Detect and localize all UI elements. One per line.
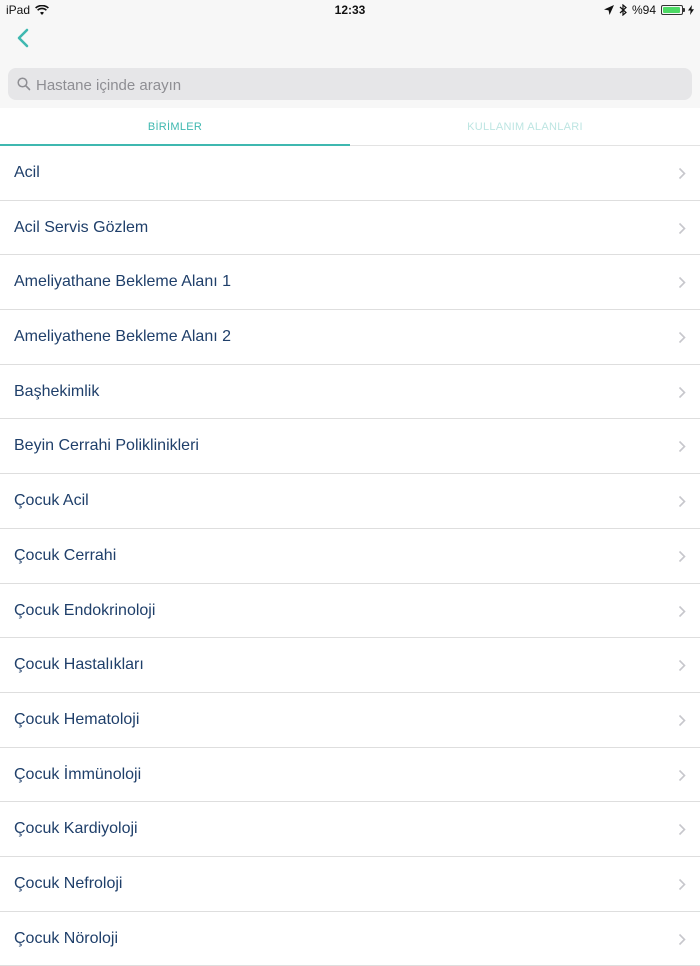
search-area — [0, 66, 700, 108]
list-item-label: Başhekimlik — [14, 382, 100, 400]
chevron-right-icon — [678, 496, 686, 508]
chevron-right-icon — [678, 878, 686, 891]
list-item[interactable]: Çocuk İmmünoloji — [0, 747, 700, 803]
battery-fill — [663, 7, 680, 13]
chevron-right-icon — [678, 769, 686, 781]
navigation-bar — [0, 20, 700, 66]
list-item-label: Çocuk Nöroloji — [14, 929, 119, 947]
chevron-right-icon — [678, 714, 686, 726]
list-item-label: Çocuk Nefroloji — [14, 874, 123, 892]
status-bar: iPad 12:33 %94 — [0, 0, 700, 20]
list-item[interactable]: Çocuk Hastalıkları — [0, 638, 700, 693]
list-item-label: Çocuk Cerrahi — [14, 546, 117, 564]
list-item[interactable]: Çocuk Cerrahi — [0, 528, 700, 584]
chevron-right-icon — [678, 331, 686, 344]
chevron-right-icon — [678, 824, 686, 836]
status-right: %94 — [603, 3, 694, 17]
chevron-right-icon — [678, 550, 686, 562]
search-field[interactable] — [8, 68, 692, 102]
list-item-label: Beyin Cerrahi Poliklinikleri — [14, 437, 199, 455]
list-item[interactable]: Çocuk Endokrinoloji — [0, 583, 700, 639]
battery-icon — [661, 5, 685, 15]
search-icon — [17, 77, 31, 91]
chevron-right-icon — [678, 441, 686, 453]
list-item-label: Çocuk Hematoloji — [14, 710, 140, 728]
chevron-right-icon — [678, 386, 686, 398]
chevron-left-icon — [17, 28, 29, 48]
list-item-label: Çocuk Hastalıkları — [14, 656, 144, 674]
list-item-label: Çocuk Kardiyoloji — [14, 820, 138, 838]
list-item[interactable]: Çocuk Hematoloji — [0, 692, 700, 748]
list-item[interactable]: Çocuk Nefroloji — [0, 856, 700, 912]
location-arrow-icon — [603, 5, 614, 15]
chevron-right-icon — [678, 277, 686, 289]
bluetooth-icon — [619, 4, 627, 16]
list-item-label: Çocuk İmmünoloji — [14, 765, 142, 783]
list-item-label: Acil — [14, 164, 40, 181]
chevron-right-icon — [678, 933, 686, 945]
list-item-label: Çocuk Endokrinoloji — [14, 601, 156, 619]
back-button[interactable] — [12, 26, 40, 54]
list-item[interactable]: Ameliyathane Bekleme Alanı 1 — [0, 255, 700, 311]
list-item[interactable]: Ameliyathene Bekleme Alanı 2 — [0, 310, 700, 365]
list-item[interactable]: Çocuk Kardiyoloji — [0, 802, 700, 857]
chevron-right-icon — [678, 167, 686, 180]
segment-tabs: BİRİMLER KULLANIM ALANLARI — [0, 108, 700, 146]
list-item[interactable]: Beyin Cerrahi Poliklinikleri — [0, 419, 700, 475]
list-item-label: Çocuk Acil — [14, 492, 89, 510]
tab-kullanim-alanlari[interactable]: KULLANIM ALANLARI — [350, 108, 700, 146]
department-list: Acil Acil Servis Gözlem Ameliyathane Bekle… — [0, 146, 700, 966]
list-item[interactable]: Acil Servis Gözlem — [0, 200, 700, 256]
list-item-label: Ameliyathane Bekleme Alanı 1 — [14, 273, 232, 291]
charging-bolt-icon — [688, 5, 694, 15]
list-item[interactable]: Başhekimlik — [0, 364, 700, 420]
chevron-right-icon — [678, 605, 686, 617]
list-item[interactable]: Acil — [0, 146, 700, 201]
tab-birimler[interactable]: BİRİMLER — [0, 108, 350, 146]
list-item[interactable]: Çocuk Nöroloji — [0, 911, 700, 966]
chevron-right-icon — [678, 222, 686, 234]
chevron-right-icon — [678, 660, 686, 672]
list-item-label: Acil Servis Gözlem — [14, 218, 149, 236]
battery-percent: %94 — [631, 3, 656, 17]
search-input[interactable] — [34, 68, 678, 102]
list-item-label: Ameliyathene Bekleme Alanı 2 — [14, 328, 232, 346]
status-time: 12:33 — [334, 3, 366, 17]
list-item[interactable]: Çocuk Acil — [0, 474, 700, 529]
